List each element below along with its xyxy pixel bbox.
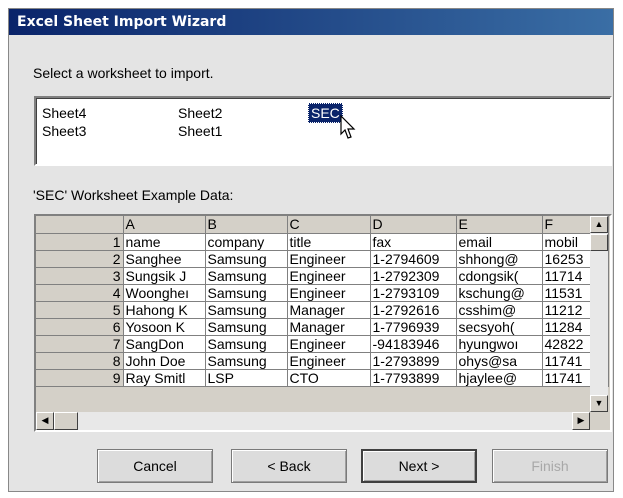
scrollbar-corner xyxy=(590,412,608,430)
column-header[interactable]: A xyxy=(123,216,206,234)
table-row: 7 SangDon Samsung Engineer -94183946 hyungwoı… xyxy=(36,335,609,353)
sheet-item-sheet2[interactable]: Sheet2 xyxy=(176,104,224,122)
table-cell[interactable]: CTO xyxy=(287,369,371,387)
table-cell[interactable]: 1-2792616 xyxy=(370,301,457,319)
table-cell[interactable]: csshim@ xyxy=(456,301,543,319)
back-button[interactable]: < Back xyxy=(231,449,347,483)
table-cell[interactable]: 1-7796939 xyxy=(370,318,457,336)
scroll-up-icon[interactable]: ▲ xyxy=(590,216,608,233)
sheet-item-sheet4[interactable]: Sheet4 xyxy=(40,104,88,122)
table-cell[interactable]: Samsung xyxy=(205,318,288,336)
column-header[interactable]: D xyxy=(370,216,457,234)
column-header[interactable]: B xyxy=(205,216,288,234)
table-cell[interactable]: fax xyxy=(370,233,457,251)
horizontal-scrollbar[interactable]: ◀ ▶ xyxy=(36,412,590,430)
table-cell[interactable]: 1-2793899 xyxy=(370,352,457,370)
sheet-item-sec[interactable]: SEC xyxy=(308,103,343,123)
example-data-grid[interactable]: A B C D E F 1 name company title fax email mob… xyxy=(34,214,612,432)
table-cell[interactable]: Yosoon K xyxy=(123,318,206,336)
table-cell[interactable]: Sanghee xyxy=(123,250,206,268)
table-cell[interactable]: Sungsik J xyxy=(123,267,206,285)
table-cell[interactable]: Samsung xyxy=(205,250,288,268)
vertical-scrollbar[interactable]: ▲ ▼ xyxy=(590,216,608,412)
row-number[interactable]: 5 xyxy=(36,301,124,319)
row-number[interactable]: 6 xyxy=(36,318,124,336)
table-cell[interactable]: 1-2794609 xyxy=(370,250,457,268)
table-cell[interactable]: Engineer xyxy=(287,335,371,353)
horizontal-scroll-thumb[interactable] xyxy=(54,412,78,430)
table-cell[interactable]: Samsung xyxy=(205,301,288,319)
example-data-label: 'SEC' Worksheet Example Data: xyxy=(33,187,234,203)
column-header-row: A B C D E F xyxy=(36,216,609,234)
table-cell[interactable]: 1-2793109 xyxy=(370,284,457,302)
table-row: 9 Ray Smitl LSP CTO 1-7793899 hjaylee@ 11741 xyxy=(36,369,609,387)
table-row: 4 Woongheı Samsung Engineer 1-2793109 kschung… xyxy=(36,284,609,302)
table-cell[interactable]: Engineer xyxy=(287,267,371,285)
table-cell[interactable]: cdongsik( xyxy=(456,267,543,285)
table-cell[interactable]: ohys@sa xyxy=(456,352,543,370)
row-number[interactable]: 3 xyxy=(36,267,124,285)
scroll-left-icon[interactable]: ◀ xyxy=(36,412,54,430)
table-cell[interactable]: Samsung xyxy=(205,267,288,285)
table-row: 2 Sanghee Samsung Engineer 1-2794609 shhong@ 1… xyxy=(36,250,609,268)
cancel-button[interactable]: Cancel xyxy=(97,449,213,483)
table-cell[interactable]: shhong@ xyxy=(456,250,543,268)
table-cell[interactable]: Ray Smitl xyxy=(123,369,206,387)
table-cell[interactable]: name xyxy=(123,233,206,251)
next-button[interactable]: Next > xyxy=(361,449,477,483)
table-cell[interactable]: kschung@ xyxy=(456,284,543,302)
table-cell[interactable]: LSP xyxy=(205,369,288,387)
sheet-item-sheet1[interactable]: Sheet1 xyxy=(176,122,224,140)
table-cell[interactable]: Manager xyxy=(287,301,371,319)
corner-header xyxy=(36,216,124,234)
column-header[interactable]: C xyxy=(287,216,371,234)
table-cell[interactable]: John Doe xyxy=(123,352,206,370)
table-cell[interactable]: hjaylee@ xyxy=(456,369,543,387)
row-number[interactable]: 4 xyxy=(36,284,124,302)
table-cell[interactable]: Woongheı xyxy=(123,284,206,302)
scroll-right-icon[interactable]: ▶ xyxy=(572,412,590,430)
table-row: 1 name company title fax email mobil xyxy=(36,233,609,251)
table-cell[interactable]: Samsung xyxy=(205,352,288,370)
table-row: 3 Sungsik J Samsung Engineer 1-2792309 cdongs… xyxy=(36,267,609,285)
worksheet-prompt: Select a worksheet to import. xyxy=(33,65,214,81)
table-cell[interactable]: company xyxy=(205,233,288,251)
table-cell[interactable]: -94183946 xyxy=(370,335,457,353)
worksheet-list[interactable]: Sheet4 Sheet3 Sheet2 Sheet1 SEC xyxy=(34,96,612,166)
table-cell[interactable]: Manager xyxy=(287,318,371,336)
row-number[interactable]: 2 xyxy=(36,250,124,268)
table-cell[interactable]: Engineer xyxy=(287,352,371,370)
row-number[interactable]: 9 xyxy=(36,369,124,387)
table-cell[interactable]: Engineer xyxy=(287,250,371,268)
table-cell[interactable]: hyungwoı xyxy=(456,335,543,353)
row-number[interactable]: 8 xyxy=(36,352,124,370)
table-row: 6 Yosoon K Samsung Manager 1-7796939 secsyoh(… xyxy=(36,318,609,336)
sheet-item-sheet3[interactable]: Sheet3 xyxy=(40,122,88,140)
table-cell[interactable]: Samsung xyxy=(205,284,288,302)
table-row: 5 Hahong K Samsung Manager 1-2792616 csshim@ 1… xyxy=(36,301,609,319)
table-cell[interactable]: 1-7793899 xyxy=(370,369,457,387)
window-title: Excel Sheet Import Wizard xyxy=(9,9,613,35)
table-cell[interactable]: 1-2792309 xyxy=(370,267,457,285)
row-number[interactable]: 1 xyxy=(36,233,124,251)
table-cell[interactable]: SangDon xyxy=(123,335,206,353)
table-cell[interactable]: secsyoh( xyxy=(456,318,543,336)
mouse-pointer-icon xyxy=(340,115,356,139)
scroll-down-icon[interactable]: ▼ xyxy=(590,395,608,412)
import-wizard-dialog: Excel Sheet Import Wizard Select a works… xyxy=(8,8,614,492)
table-cell[interactable]: Engineer xyxy=(287,284,371,302)
table-cell[interactable]: email xyxy=(456,233,543,251)
table-cell[interactable]: Samsung xyxy=(205,335,288,353)
table-row: 8 John Doe Samsung Engineer 1-2793899 ohys@sa… xyxy=(36,352,609,370)
row-number[interactable]: 7 xyxy=(36,335,124,353)
column-header[interactable]: E xyxy=(456,216,543,234)
data-table: A B C D E F 1 name company title fax email mob… xyxy=(36,216,609,387)
vertical-scroll-thumb[interactable] xyxy=(590,234,608,251)
table-cell[interactable]: Hahong K xyxy=(123,301,206,319)
table-cell[interactable]: title xyxy=(287,233,371,251)
finish-button[interactable]: Finish xyxy=(492,449,608,483)
